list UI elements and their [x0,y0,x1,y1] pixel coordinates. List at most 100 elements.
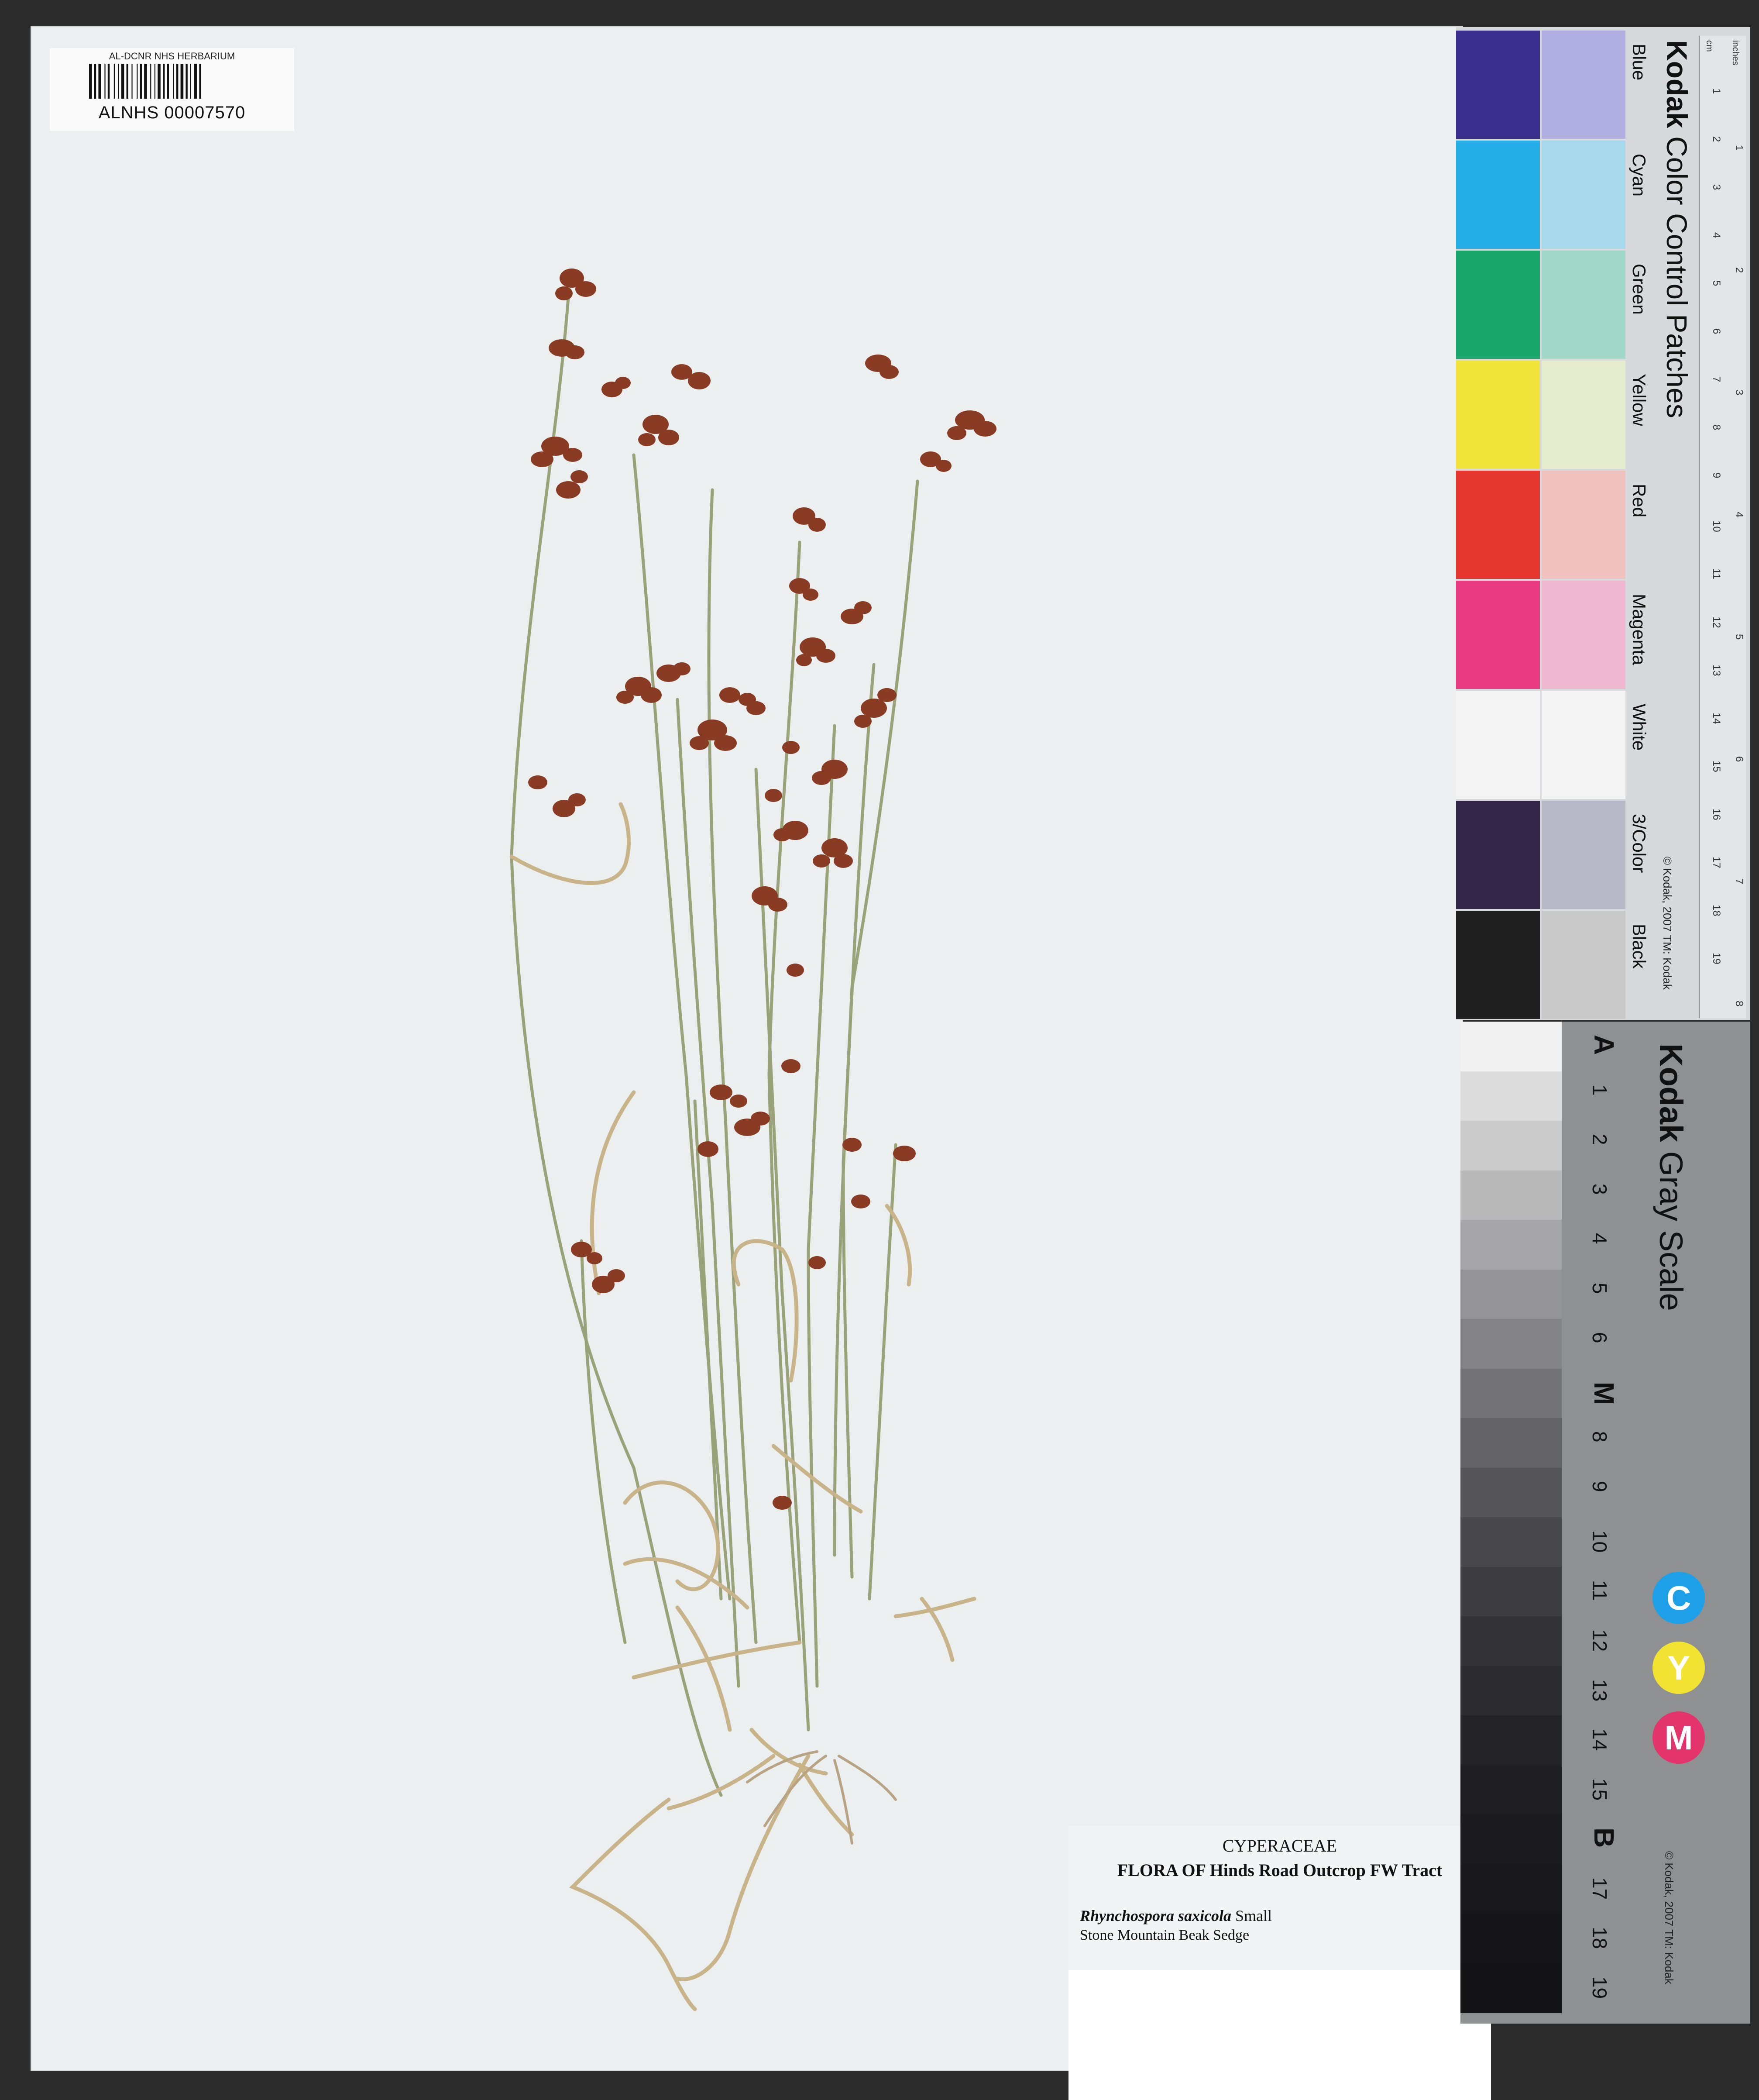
color-patch-magenta-light [1542,581,1625,689]
ruler-cm-tick: 5 [1711,280,1722,286]
species-name: Rhynchospora saxicola [1080,1907,1232,1924]
ruler-cm-tick: 12 [1711,616,1722,628]
spikelet-clusters [528,269,996,1510]
color-chart-title: Kodak Color Control Patches [1661,40,1693,418]
gray-patch [1460,1467,1562,1518]
gray-patch [1460,1666,1562,1716]
color-patch-label: Yellow [1629,374,1649,426]
gray-patch [1460,1121,1562,1171]
gray-patch [1460,1368,1562,1418]
gray-patch [1460,1914,1562,1964]
gray-scale-tick-label: 17 [1588,1877,1611,1900]
color-patch-red-dark [1456,471,1540,579]
ruler-unit-inches: inches [1731,40,1740,65]
gray-patch [1460,1220,1562,1270]
gray-scale-tick-label: 9 [1588,1480,1611,1492]
family-name: CYPERACEAE [1222,1836,1337,1856]
gray-scale-chart: Kodak Gray Scale © Kodak, 2007 TM: Kodak… [1460,1022,1750,2024]
gray-scale-tick-label: 19 [1588,1976,1611,1999]
color-patch-cyan-light [1542,141,1625,249]
ruler-cm-tick: 6 [1711,328,1722,334]
gray-patch [1460,1170,1562,1220]
gray-patch [1460,1319,1562,1369]
ruler-cm-tick: 4 [1711,232,1722,238]
ruler-cm-tick: 3 [1711,184,1722,190]
color-patch-label: Red [1629,484,1649,518]
gray-scale-tick-label: 14 [1588,1728,1611,1751]
gray-scale-tick-label: 15 [1588,1778,1611,1800]
color-patch-white-dark [1456,691,1540,799]
ruler-cm-tick: 10 [1711,520,1722,532]
gray-scale-tick-label: 13 [1588,1679,1611,1701]
gray-patch [1460,1814,1562,1865]
gray-patch [1460,1864,1562,1914]
gray-scale-tick-label: 5 [1588,1282,1611,1294]
common-name: Stone Mountain Beak Sedge [1080,1927,1250,1943]
color-patch-red-light [1542,471,1625,579]
gray-scale-tick-label: 1 [1588,1084,1611,1096]
gray-patch [1460,1616,1562,1666]
color-chart-copyright: © Kodak, 2007 TM: Kodak [1661,857,1674,990]
species-author: Small [1235,1907,1272,1924]
gray-scale-tick-label: B [1588,1828,1620,1848]
ruler-cm-tick: 2 [1711,136,1722,142]
color-patch-cyan-dark [1456,141,1540,249]
gray-patch [1460,1022,1562,1072]
ruler-cm-tick: 9 [1711,472,1722,479]
plant-specimen-image [509,269,996,2011]
color-patch-black-dark [1456,911,1540,1019]
color-patch-label: Green [1629,264,1649,315]
color-patch-blue-dark [1456,31,1540,139]
ruler-cm-tick: 13 [1711,664,1722,676]
gray-scale-tick-label: 12 [1588,1629,1611,1652]
gray-scale-tick-label: 18 [1588,1927,1611,1949]
gray-scale-tick-label: 10 [1588,1530,1611,1553]
ruler-unit-cm: cm [1704,40,1714,52]
gray-scale-copyright: © Kodak, 2007 TM: Kodak [1663,1851,1676,1984]
ruler-cm-tick: 17 [1711,857,1722,868]
gray-scale-tick-label: 3 [1588,1183,1611,1195]
color-patch-label: Cyan [1629,154,1649,197]
color-patch-label: Blue [1629,44,1649,81]
cmy-dot-y: Y [1652,1642,1705,1694]
color-patch-yellow-dark [1456,361,1540,469]
gray-patch [1460,1566,1562,1617]
color-patch-yellow-light [1542,361,1625,469]
ruler-cm-tick: 8 [1711,424,1722,430]
gray-patch [1460,1517,1562,1567]
dried-leaves [509,802,976,2011]
ruler-cm-tick: 15 [1711,761,1722,772]
gray-scale-tick-label: 11 [1588,1580,1611,1601]
ruler-cm-tick: 14 [1711,713,1722,724]
color-patch-3-color-light [1542,801,1625,909]
gray-patch [1460,1418,1562,1468]
gray-scale-tick-label: M [1588,1381,1620,1405]
color-patch-green-dark [1456,251,1540,359]
ruler-cm-tick: 18 [1711,905,1722,916]
gray-patch [1460,1269,1562,1319]
determination-label-band: CYPERACEAE FLORA OF Hinds Road Outcrop F… [1068,1826,1491,1970]
cmy-dot-m: M [1652,1711,1705,1764]
color-patch-3-color-dark [1456,801,1540,909]
measurement-ruler: cm inches 1 2 3 4 5 6 7 8 9 10 11 12 13 14 15 16 17 18 19 1 2 3… [1699,36,1746,1018]
gray-patch [1460,1963,1562,2013]
gray-scale-title: Kodak Gray Scale [1653,1043,1689,1311]
color-patch-white-light [1542,691,1625,799]
cmy-dot-c: C [1652,1572,1705,1624]
ruler-cm-tick: 16 [1711,809,1722,820]
ruler-inch-tick: 7 [1733,878,1745,885]
gray-patch [1460,1071,1562,1121]
color-patch-label: 3/Color [1629,814,1649,873]
ruler-inch-tick: 8 [1733,1001,1745,1007]
ruler-inch-tick: 3 [1733,389,1745,396]
color-patch-blue-light [1542,31,1625,139]
gray-scale-tick-label: 6 [1588,1332,1611,1343]
color-patch-magenta-dark [1456,581,1540,689]
species-line: Rhynchospora saxicola Small [1080,1907,1272,1925]
gray-scale-tick-label: 8 [1588,1431,1611,1442]
gray-patch [1460,1715,1562,1766]
gray-scale-tick-label: 2 [1588,1134,1611,1145]
ruler-inch-tick: 6 [1733,756,1745,762]
ruler-inch-tick: 5 [1733,634,1745,640]
ruler-cm-tick: 19 [1711,953,1722,964]
